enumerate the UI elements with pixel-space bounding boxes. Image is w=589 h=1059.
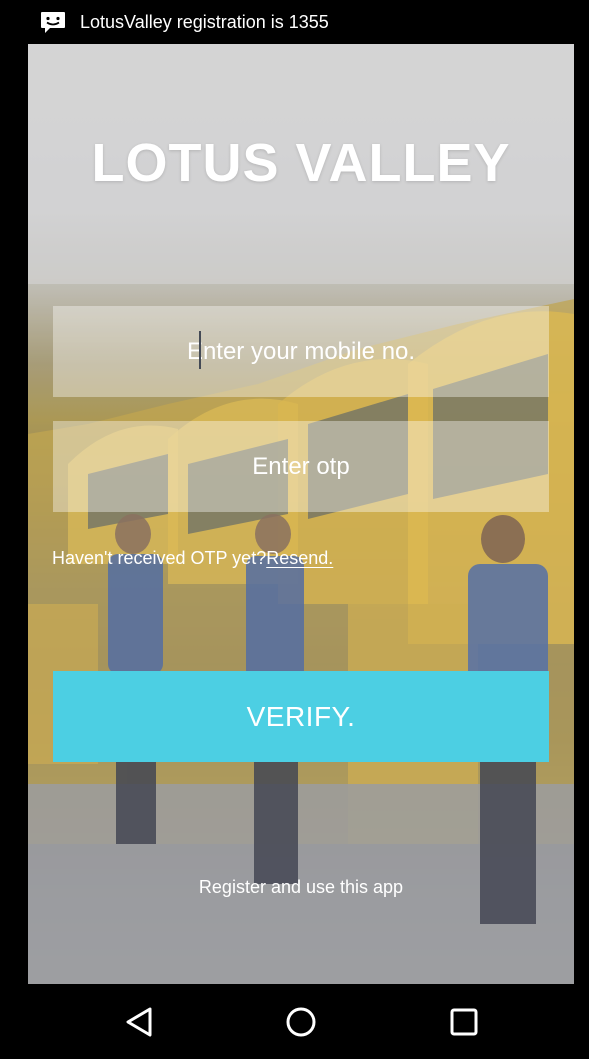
register-link[interactable]: Register and use this app bbox=[28, 877, 574, 898]
back-triangle-icon[interactable] bbox=[122, 1004, 158, 1040]
resend-prompt: Haven't received OTP yet? bbox=[52, 548, 267, 568]
resend-row: Haven't received OTP yet?Resend. bbox=[52, 548, 333, 569]
navigation-bar bbox=[0, 984, 589, 1059]
verify-button[interactable]: VERIFY. bbox=[53, 671, 549, 762]
home-circle-icon[interactable] bbox=[283, 1004, 319, 1040]
device-frame: LotusValley registration is 1355 LOTUS V… bbox=[0, 0, 589, 1059]
otp-input[interactable] bbox=[53, 421, 549, 512]
recents-square-icon[interactable] bbox=[446, 1004, 482, 1040]
app-logo: LOTUS VALLEY bbox=[91, 133, 511, 193]
message-icon bbox=[41, 12, 65, 33]
resend-link[interactable]: Resend. bbox=[266, 548, 333, 568]
notification-text: LotusValley registration is 1355 bbox=[80, 12, 329, 32]
mobile-number-input[interactable] bbox=[53, 306, 549, 397]
text-cursor bbox=[199, 331, 201, 369]
status-bar: LotusValley registration is 1355 bbox=[0, 0, 589, 44]
app-screen: LOTUS VALLEY Haven't received OTP yet?Re… bbox=[28, 44, 574, 984]
